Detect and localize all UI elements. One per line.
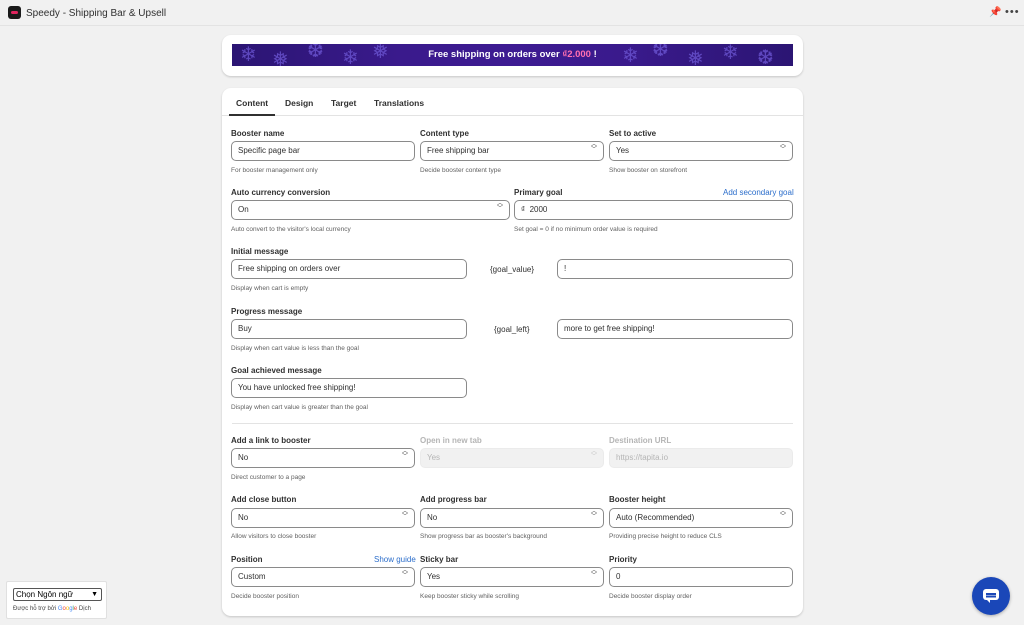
content-type-select[interactable]: Free shipping bar ︿ ﹀ xyxy=(420,141,604,161)
pin-icon[interactable]: 📌 xyxy=(989,7,1001,19)
select-chevron-icon: ︿ ﹀ xyxy=(496,201,503,212)
open-new-tab-label: Open in new tab xyxy=(420,436,482,445)
progress-message-suffix-input[interactable]: more to get free shipping! xyxy=(557,319,793,339)
select-chevron-icon: ︿ ﹀ xyxy=(401,568,408,579)
progress-bar-help: Show progress bar as booster's backgroun… xyxy=(420,533,547,540)
show-guide-link[interactable]: Show guide xyxy=(374,555,416,564)
auto-currency-select[interactable]: On ︿ ﹀ xyxy=(231,200,510,220)
auto-currency-label: Auto currency conversion xyxy=(231,188,331,197)
select-chevron-icon: ︿ ﹀ xyxy=(779,142,786,153)
tab-target[interactable]: Target xyxy=(331,98,356,108)
sticky-bar-select[interactable]: Yes ︿ ﹀ xyxy=(420,567,604,587)
sticky-bar-label: Sticky bar xyxy=(420,555,459,564)
content-type-label: Content type xyxy=(420,129,469,138)
primary-goal-label: Primary goal xyxy=(514,188,563,197)
progress-message-label: Progress message xyxy=(231,307,303,316)
primary-goal-input[interactable]: ₫ 2000 xyxy=(514,200,793,220)
app-top-bar: Speedy - Shipping Bar & Upsell 📌 ••• xyxy=(0,0,1024,26)
add-link-select[interactable]: No ︿ ﹀ xyxy=(231,448,415,468)
initial-message-label: Initial message xyxy=(231,247,289,256)
position-select[interactable]: Custom ︿ ﹀ xyxy=(231,567,415,587)
tab-content[interactable]: Content xyxy=(228,98,276,116)
open-new-tab-select: Yes ︿ ﹀ xyxy=(420,448,604,468)
currency-prefix: ₫ xyxy=(521,205,526,214)
select-chevron-icon: ︿ ﹀ xyxy=(590,568,597,579)
close-button-select[interactable]: No ︿ ﹀ xyxy=(231,508,415,528)
app-logo xyxy=(8,6,21,19)
set-active-select[interactable]: Yes ︿ ﹀ xyxy=(609,141,793,161)
priority-input[interactable]: 0 xyxy=(609,567,793,587)
chat-button[interactable] xyxy=(972,577,1010,615)
select-chevron-icon: ︿ ﹀ xyxy=(590,142,597,153)
booster-name-input[interactable]: Specific page bar xyxy=(231,141,415,161)
preview-banner: ❄ ❅ ❆ ❄ ❅ ❄ ❆ ❅ ❄ ❆ Free shipping on ord… xyxy=(232,44,793,66)
progress-bar-label: Add progress bar xyxy=(420,495,487,504)
priority-label: Priority xyxy=(609,555,638,564)
destination-url-input: https://tapita.io xyxy=(609,448,793,468)
section-divider xyxy=(232,423,793,424)
booster-height-label: Booster height xyxy=(609,495,666,504)
preview-card: ❄ ❅ ❆ ❄ ❅ ❄ ❆ ❅ ❄ ❆ Free shipping on ord… xyxy=(222,35,803,76)
booster-height-help: Providing precise height to reduce CLS xyxy=(609,533,722,540)
add-link-help: Direct customer to a page xyxy=(231,474,306,481)
add-secondary-goal-link[interactable]: Add secondary goal xyxy=(723,188,794,197)
chevron-down-icon: ▼ xyxy=(91,591,98,598)
select-chevron-icon: ︿ ﹀ xyxy=(401,449,408,460)
sticky-bar-help: Keep booster sticky while scrolling xyxy=(420,593,519,600)
goal-value-token: {goal_value} xyxy=(490,265,535,274)
progress-message-help: Display when cart value is less than the… xyxy=(231,345,359,352)
set-active-label: Set to active xyxy=(609,129,657,138)
goal-achieved-label: Goal achieved message xyxy=(231,366,322,375)
goal-achieved-input[interactable]: You have unlocked free shipping! xyxy=(231,378,467,398)
select-chevron-icon: ︿ ﹀ xyxy=(401,509,408,520)
language-select[interactable]: Chọn Ngôn ngữ ▼ xyxy=(13,588,102,601)
tab-design[interactable]: Design xyxy=(285,98,313,108)
more-icon[interactable]: ••• xyxy=(1005,6,1019,18)
chat-icon xyxy=(983,589,999,603)
select-chevron-icon: ︿ ﹀ xyxy=(779,509,786,520)
tab-translations[interactable]: Translations xyxy=(374,98,424,108)
booster-name-label: Booster name xyxy=(231,129,285,138)
progress-bar-select[interactable]: No ︿ ﹀ xyxy=(420,508,604,528)
goal-achieved-help: Display when cart value is greater than … xyxy=(231,404,368,411)
priority-help: Decide booster display order xyxy=(609,593,692,600)
goal-left-token: {goal_left} xyxy=(494,325,530,334)
add-link-label: Add a link to booster xyxy=(231,436,311,445)
initial-message-input[interactable]: Free shipping on orders over xyxy=(231,259,467,279)
position-label: Position xyxy=(231,555,263,564)
google-logo[interactable]: Google xyxy=(58,606,77,612)
content-type-help: Decide booster content type xyxy=(420,167,501,174)
destination-url-label: Destination URL xyxy=(609,436,672,445)
auto-currency-help: Auto convert to the visitor's local curr… xyxy=(231,226,351,233)
booster-name-help: For booster management only xyxy=(231,167,318,174)
select-chevron-icon: ︿ ﹀ xyxy=(590,449,597,460)
translate-widget: Chọn Ngôn ngữ ▼ Được hỗ trợ bởi Google Dị… xyxy=(6,581,107,619)
preview-goal-amount: ₫2.000 xyxy=(562,49,591,60)
translate-powered-by: Được hỗ trợ bởi Google Dịch xyxy=(13,606,91,612)
set-active-help: Show booster on storefront xyxy=(609,167,688,174)
app-title: Speedy - Shipping Bar & Upsell xyxy=(26,8,167,19)
progress-message-input[interactable]: Buy xyxy=(231,319,467,339)
select-chevron-icon: ︿ ﹀ xyxy=(590,509,597,520)
close-button-label: Add close button xyxy=(231,495,297,504)
booster-form-card: Content Design Target Translations Boost… xyxy=(222,88,803,616)
preview-banner-text: Free shipping on orders over ₫2.000 ! xyxy=(428,49,597,60)
initial-message-help: Display when cart is empty xyxy=(231,285,309,292)
position-help: Decide booster position xyxy=(231,593,299,600)
primary-goal-help: Set goal = 0 if no minimum order value i… xyxy=(514,226,658,233)
initial-message-suffix-input[interactable]: ! xyxy=(557,259,793,279)
tab-bar: Content Design Target Translations xyxy=(222,88,803,116)
booster-height-select[interactable]: Auto (Recommended) ︿ ﹀ xyxy=(609,508,793,528)
close-button-help: Allow visitors to close booster xyxy=(231,533,317,540)
